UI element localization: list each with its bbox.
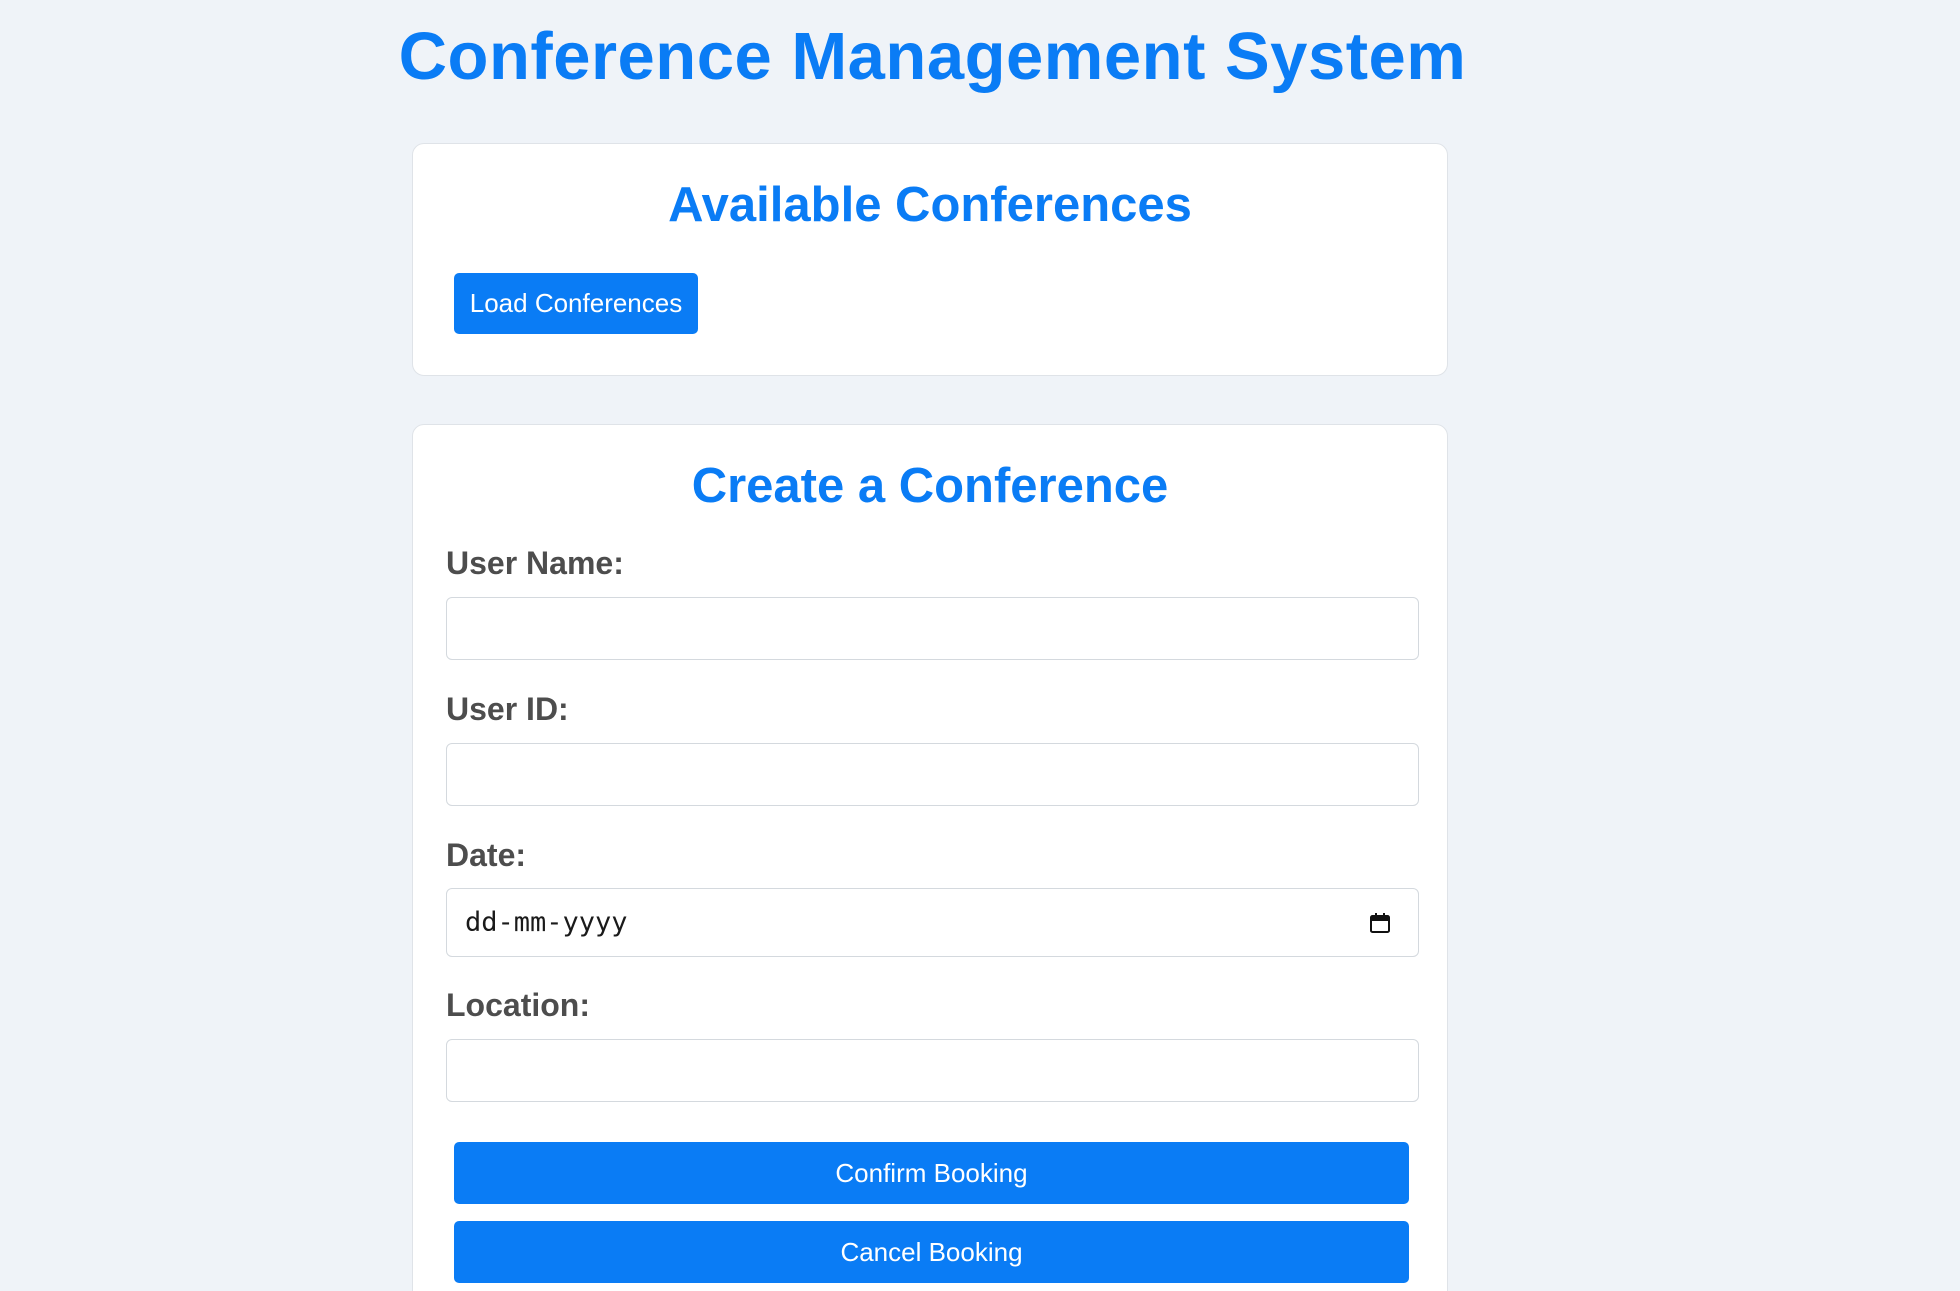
page-title: Conference Management System [398, 19, 1467, 94]
cancel-booking-button[interactable]: Cancel Booking [454, 1221, 1409, 1283]
load-conferences-button[interactable]: Load Conferences [454, 273, 698, 334]
confirm-booking-button[interactable]: Confirm Booking [454, 1142, 1409, 1204]
user-name-input[interactable] [446, 597, 1419, 660]
calendar-icon[interactable] [1368, 911, 1392, 935]
user-name-label: User Name: [446, 545, 624, 581]
user-id-label: User ID: [446, 691, 569, 727]
create-conference-title: Create a Conference [691, 459, 1169, 513]
date-label: Date: [446, 837, 527, 873]
user-id-input[interactable] [446, 743, 1419, 806]
create-conference-card: Create a Conference User Name: User ID: … [412, 424, 1448, 1291]
available-conferences-title: Available Conferences [668, 178, 1192, 232]
location-input[interactable] [446, 1039, 1419, 1102]
date-input[interactable]: dd-mm-yyyy [446, 888, 1419, 957]
available-conferences-card: Available Conferences Load Conferences [412, 143, 1448, 376]
date-placeholder: dd-mm-yyyy [465, 907, 628, 938]
location-label: Location: [446, 987, 590, 1023]
page: Conference Management System Available C… [0, 0, 1960, 1291]
